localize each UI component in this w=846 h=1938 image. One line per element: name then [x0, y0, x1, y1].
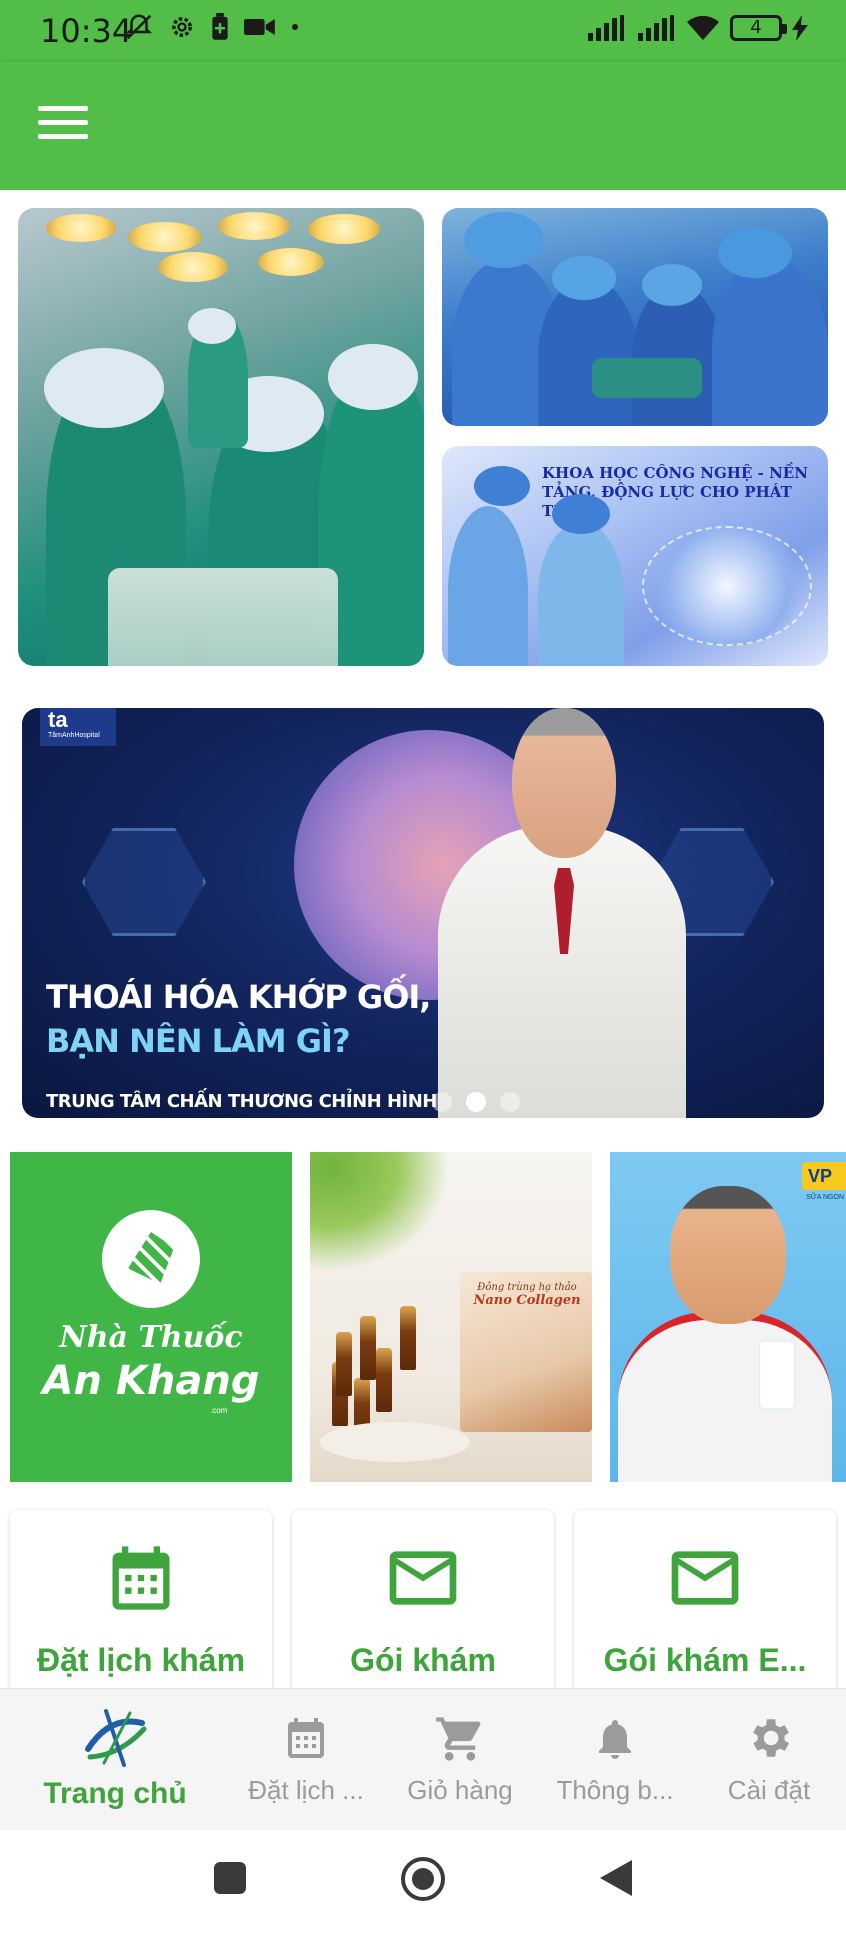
nav-cart[interactable]: Giỏ hàng: [392, 1689, 528, 1831]
calendar-icon: [288, 1718, 324, 1758]
status-notification-icons: [124, 12, 300, 42]
nav-settings[interactable]: Cài đặt: [706, 1689, 832, 1831]
recent-apps-icon[interactable]: [212, 1860, 248, 1896]
nav-label: Giỏ hàng: [407, 1775, 513, 1805]
nav-label: Cài đặt: [727, 1775, 811, 1805]
nav-home[interactable]: Trang chủ: [20, 1689, 210, 1831]
nav-notifications[interactable]: Thông b...: [540, 1689, 690, 1831]
carousel-dot-2[interactable]: [466, 1092, 486, 1112]
milk-glass-image: [760, 1342, 794, 1408]
ad-an-khang-pharmacy[interactable]: Nhà Thuốc An Khang .com: [10, 1152, 292, 1482]
banner-footer: TRUNG TÂM CHẤN THƯƠNG CHỈNH HÌNH: [46, 1091, 437, 1112]
ad-ankhang-line2: An Khang: [42, 1358, 260, 1404]
battery-saver-icon: [212, 13, 228, 40]
cart-icon: [436, 1717, 481, 1761]
gear-icon: [753, 1719, 789, 1757]
card-label: Gói khám E...: [603, 1642, 807, 1678]
carousel-dot-1[interactable]: [432, 1092, 452, 1112]
app-logo-icon: [85, 1709, 147, 1767]
muted-bell-icon: [125, 14, 153, 40]
bell-icon: [599, 1720, 631, 1759]
gear-icon: [172, 17, 192, 37]
card-exam-package-e[interactable]: Gói khám E...: [574, 1510, 836, 1688]
collagen-small-text: Đông trùng hạ thảo: [477, 1282, 577, 1293]
banner-headline-1: THOÁI HÓA KHỚP GỐI,: [46, 978, 431, 1016]
wifi-icon: [687, 15, 719, 41]
hospital-logo: ta TâmAnhHospital: [40, 708, 116, 746]
signal-icon: [638, 15, 674, 41]
hospital-logo-subtext: TâmAnhHospital: [48, 732, 100, 739]
card-book-appointment[interactable]: Đặt lịch khám: [10, 1510, 272, 1688]
nav-appointments[interactable]: Đặt lịch ...: [232, 1689, 380, 1831]
card-exam-package[interactable]: Gói khám: [292, 1510, 554, 1688]
hospital-logo-text: ta: [48, 708, 68, 732]
carousel-indicator: [432, 1092, 520, 1112]
card-label: Đặt lịch khám: [36, 1642, 246, 1678]
promo-banner-carousel[interactable]: ta TâmAnhHospital THOÁI HÓA KHỚP GỐI, BẠ…: [22, 708, 824, 1118]
ad-person-image: [670, 1186, 786, 1324]
status-system-icons: 4: [586, 14, 808, 42]
science-technology-photo[interactable]: KHOA HỌC CÔNG NGHỆ - NỀN TẢNG, ĐỘNG LỰC …: [442, 446, 828, 666]
battery-icon: 4: [730, 15, 787, 41]
surgery-photo-small[interactable]: [442, 208, 828, 426]
ad-ankhang-domain: .com: [210, 1406, 228, 1415]
card-label: Gói khám: [350, 1642, 496, 1678]
collagen-box-label: Đông trùng hạ thảo Nano Collagen: [468, 1282, 586, 1308]
an-khang-logo-icon: [102, 1210, 200, 1308]
mail-icon: [389, 1551, 457, 1605]
carousel-dot-3[interactable]: [500, 1092, 520, 1112]
ad-nano-collagen[interactable]: Đông trùng hạ thảo Nano Collagen: [310, 1152, 592, 1482]
dot-icon: [292, 24, 298, 30]
charging-bolt-icon: [792, 15, 808, 41]
nav-label: Đặt lịch ...: [248, 1775, 364, 1805]
ad-vp-milk[interactable]: VP SỮA NGON: [610, 1152, 846, 1482]
bottom-navigation: Trang chủ Đặt lịch ... Giỏ hàng Thông b.…: [0, 1688, 846, 1830]
video-camera-icon: [244, 19, 275, 35]
partner-ads-strip[interactable]: Nhà Thuốc An Khang .com Đông trùng hạ th…: [10, 1152, 846, 1482]
home-icon[interactable]: [400, 1856, 446, 1902]
calendar-icon: [112, 1546, 170, 1610]
nav-label: Thông b...: [556, 1775, 674, 1805]
back-icon[interactable]: [598, 1858, 634, 1898]
surgery-photo-large[interactable]: [18, 208, 424, 666]
collagen-name-text: Nano Collagen: [473, 1293, 581, 1308]
nav-label: Trang chủ: [43, 1777, 187, 1810]
status-bar: 10:34 4: [0, 0, 846, 62]
app-bar: [0, 62, 846, 190]
battery-level: 4: [750, 17, 762, 38]
status-time: 10:34: [40, 12, 133, 50]
vp-milk-badge: VP: [802, 1162, 846, 1190]
ad-ankhang-line1: Nhà Thuốc: [59, 1320, 243, 1355]
system-navigation-bar: [0, 1830, 846, 1938]
hamburger-menu-icon[interactable]: [38, 106, 88, 144]
signal-icon: [588, 15, 624, 41]
feature-cards: Đặt lịch khám Gói khám Gói khám E...: [10, 1510, 846, 1688]
mail-icon: [671, 1551, 739, 1605]
vp-milk-subtext: SỮA NGON: [806, 1194, 844, 1201]
home-content[interactable]: KHOA HỌC CÔNG NGHỆ - NỀN TẢNG, ĐỘNG LỰC …: [0, 190, 846, 1688]
banner-headline-2: BẠN NÊN LÀM GÌ?: [46, 1022, 351, 1060]
